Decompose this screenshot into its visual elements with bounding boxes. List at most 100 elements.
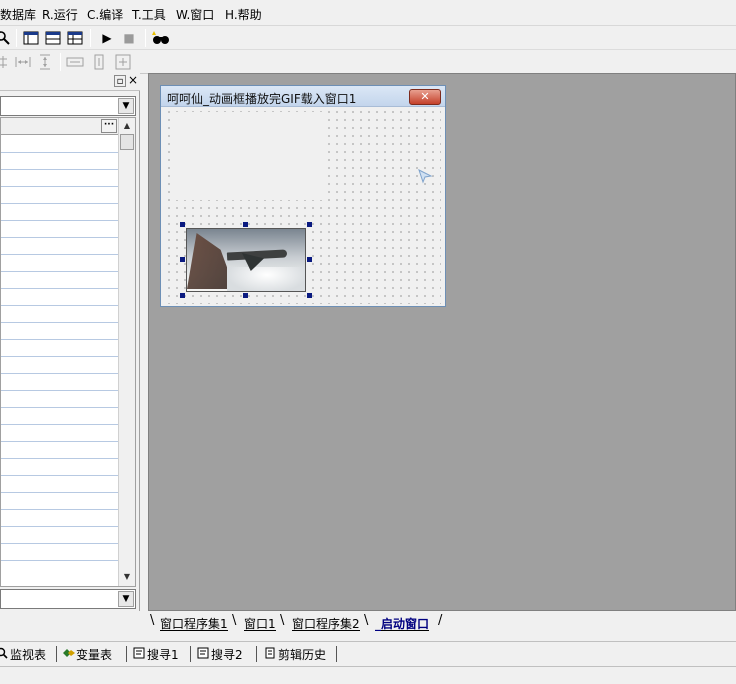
tab-label: 搜寻1 <box>147 648 179 662</box>
tab-separator <box>190 646 191 662</box>
toolbar-separator <box>60 53 61 71</box>
stop-icon[interactable]: ■ <box>120 29 138 47</box>
resize-handle[interactable] <box>243 293 248 298</box>
layout-grid-icon[interactable] <box>66 29 84 47</box>
tab-startup-window[interactable]: _启动窗口 <box>375 613 430 631</box>
menu-help[interactable]: H.帮助 <box>225 6 262 23</box>
scroll-down-icon[interactable]: ▼ <box>120 570 134 584</box>
tab-search-2[interactable]: 搜寻2 <box>197 646 243 663</box>
tab-label: 监视表 <box>10 648 47 662</box>
tab-window-assembly-2[interactable]: 窗口程序集2 <box>292 613 360 631</box>
grid-scrollbar[interactable]: ▲ ▼ <box>118 118 135 586</box>
tab-window-assembly-1[interactable]: 窗口程序集1 <box>160 613 228 631</box>
grid-row[interactable] <box>1 407 119 408</box>
grid-row[interactable] <box>1 220 119 221</box>
grid-row[interactable] <box>1 543 119 544</box>
grid-row[interactable] <box>1 237 119 238</box>
tab-watch-list[interactable]: 监视表 <box>0 646 46 663</box>
resize-handle[interactable] <box>243 222 248 227</box>
bottom-toolbar: 监视表 变量表 搜寻1 搜寻2 剪辑历史 <box>0 641 736 667</box>
tab-window-1[interactable]: 窗口1 <box>244 613 276 631</box>
tab-separator <box>256 646 257 662</box>
menu-window[interactable]: W.窗口 <box>176 6 214 23</box>
grid-row[interactable] <box>1 169 119 170</box>
cursor-pointer-icon <box>417 168 433 184</box>
animation-box[interactable] <box>186 228 306 292</box>
grid-row[interactable] <box>1 203 119 204</box>
resize-handle[interactable] <box>307 257 312 262</box>
main-toolbar: ▶ ■ <box>0 26 736 50</box>
clipboard-icon <box>264 647 278 662</box>
search-list-icon <box>133 647 147 662</box>
resize-handle[interactable] <box>307 293 312 298</box>
grid-row[interactable] <box>1 560 119 561</box>
chevron-down-icon[interactable]: ▼ <box>118 591 134 607</box>
same-size-icon[interactable] <box>114 53 132 71</box>
property-grid: ··· ▲ ▼ <box>0 117 136 587</box>
menu-bar: 数据库 R.运行 C.编译 T.工具 W.窗口 H.帮助 <box>0 0 736 26</box>
run-icon[interactable]: ▶ <box>98 29 116 47</box>
search-icon[interactable] <box>0 29 12 47</box>
object-selector[interactable]: ▼ <box>0 96 136 116</box>
resize-handle[interactable] <box>307 222 312 227</box>
grid-row[interactable] <box>1 475 119 476</box>
space-vertical-icon[interactable] <box>36 53 54 71</box>
scroll-up-icon[interactable]: ▲ <box>120 119 134 133</box>
tab-label: 搜寻2 <box>211 648 243 662</box>
tab-separator: \ <box>280 613 285 628</box>
tab-search-1[interactable]: 搜寻1 <box>133 646 179 663</box>
menu-run[interactable]: R.运行 <box>42 6 78 23</box>
search-list-icon <box>197 647 211 662</box>
form-title: 呵呵仙_动画框播放完GIF载入窗口1 <box>167 92 357 106</box>
resize-handle[interactable] <box>180 257 185 262</box>
grid-row[interactable] <box>1 305 119 306</box>
grid-row[interactable] <box>1 458 119 459</box>
blank-control[interactable] <box>175 112 325 200</box>
grid-row[interactable] <box>1 509 119 510</box>
grid-header: ··· <box>1 118 119 135</box>
layout-window-icon[interactable] <box>22 29 40 47</box>
menu-tools[interactable]: T.工具 <box>132 6 166 23</box>
grid-row[interactable] <box>1 271 119 272</box>
grid-row[interactable] <box>1 186 119 187</box>
close-icon[interactable]: × <box>127 74 139 87</box>
tab-separator <box>336 646 337 662</box>
space-horizontal-icon[interactable] <box>14 53 32 71</box>
grid-row[interactable] <box>1 492 119 493</box>
pin-icon[interactable]: ▫ <box>114 75 126 87</box>
toolbar-separator <box>16 29 17 47</box>
more-button[interactable]: ··· <box>101 119 117 133</box>
grid-row[interactable] <box>1 424 119 425</box>
tab-variables[interactable]: 变量表 <box>62 646 112 663</box>
grid-row[interactable] <box>1 441 119 442</box>
grid-row[interactable] <box>1 526 119 527</box>
chevron-down-icon[interactable]: ▼ <box>118 98 134 114</box>
menu-database[interactable]: 数据库 <box>0 6 36 23</box>
grid-row[interactable] <box>1 254 119 255</box>
document-tabbar: \ 窗口程序集1 \ 窗口1 \ 窗口程序集2 \ _启动窗口 / <box>148 612 736 632</box>
tab-separator <box>126 646 127 662</box>
same-width-icon[interactable] <box>66 53 84 71</box>
layout-split-icon[interactable] <box>44 29 62 47</box>
cloud-image <box>227 267 305 291</box>
align-vertical-icon[interactable] <box>0 53 12 71</box>
grid-row[interactable] <box>1 373 119 374</box>
grid-row[interactable] <box>1 356 119 357</box>
event-selector[interactable]: ▼ <box>0 589 136 609</box>
tab-clip-history[interactable]: 剪辑历史 <box>264 646 326 663</box>
grid-row[interactable] <box>1 339 119 340</box>
close-icon[interactable]: ✕ <box>409 89 441 105</box>
resize-handle[interactable] <box>180 222 185 227</box>
binoculars-icon[interactable] <box>152 29 170 47</box>
grid-row[interactable] <box>1 152 119 153</box>
tab-separator: / <box>438 613 443 628</box>
grid-row[interactable] <box>1 390 119 391</box>
scroll-thumb[interactable] <box>120 134 134 150</box>
form-titlebar[interactable]: 呵呵仙_动画框播放完GIF载入窗口1 ✕ <box>161 86 445 107</box>
grid-row[interactable] <box>1 322 119 323</box>
grid-row[interactable] <box>1 288 119 289</box>
menu-compile[interactable]: C.编译 <box>87 6 123 23</box>
resize-handle[interactable] <box>180 293 185 298</box>
status-bar <box>0 668 736 684</box>
same-height-icon[interactable] <box>90 53 108 71</box>
